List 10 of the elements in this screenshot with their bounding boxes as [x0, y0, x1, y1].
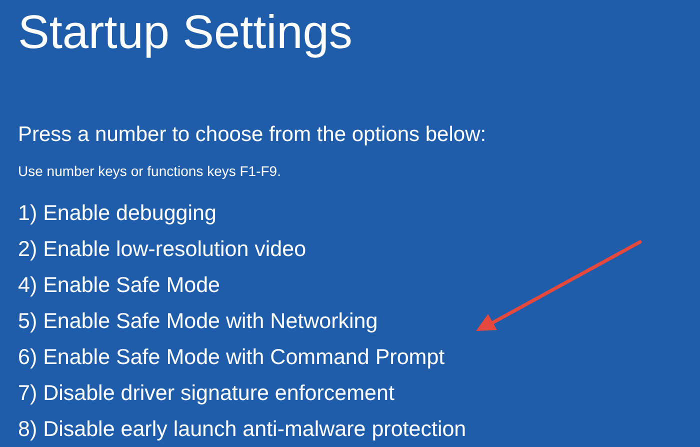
- screen-title: Startup Settings: [18, 4, 352, 60]
- menu-option[interactable]: 7) Disable driver signature enforcement: [18, 380, 394, 407]
- menu-option[interactable]: 1) Enable debugging: [18, 200, 216, 227]
- menu-option[interactable]: 4) Enable Safe Mode: [18, 272, 220, 299]
- menu-option[interactable]: 6) Enable Safe Mode with Command Prompt: [18, 344, 445, 371]
- menu-option[interactable]: 2) Enable low-resolution video: [18, 236, 306, 263]
- menu-option[interactable]: 8) Disable early launch anti-malware protection: [18, 416, 466, 443]
- instruction-text: Press a number to choose from the options below:: [18, 122, 486, 148]
- hint-text: Use number keys or functions keys F1-F9.: [18, 162, 281, 180]
- menu-option[interactable]: 5) Enable Safe Mode with Networking: [18, 308, 378, 335]
